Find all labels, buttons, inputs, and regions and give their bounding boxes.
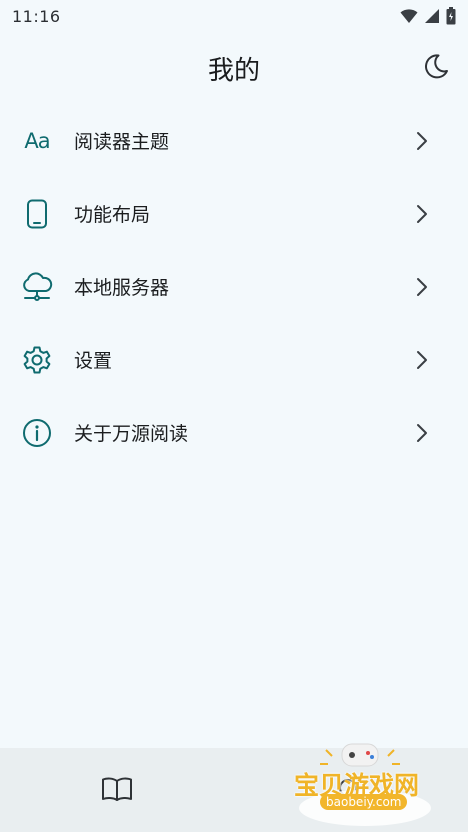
watermark-logo: 宝贝游戏网 baobeiy.com	[290, 742, 440, 826]
battery-icon	[446, 7, 456, 25]
text-format-icon: Aa	[24, 128, 50, 153]
chevron-right-icon	[414, 423, 430, 443]
nav-bookshelf-button[interactable]	[100, 776, 134, 806]
menu-list: Aa 阅读器主题 功能布局 本地服务器 设置 关于万源阅读	[0, 104, 468, 469]
status-time: 11:16	[12, 6, 61, 26]
menu-item-local-server[interactable]: 本地服务器	[0, 250, 468, 323]
header: 我的	[0, 40, 468, 96]
chevron-right-icon	[414, 350, 430, 370]
cloud-server-icon	[20, 270, 54, 304]
open-book-icon	[101, 776, 133, 806]
menu-item-layout[interactable]: 功能布局	[0, 177, 468, 250]
menu-item-label: 阅读器主题	[74, 131, 170, 153]
dark-mode-toggle[interactable]	[418, 50, 454, 86]
menu-item-settings[interactable]: 设置	[0, 323, 468, 396]
watermark-url: baobeiy.com	[320, 794, 408, 810]
menu-item-label: 关于万源阅读	[74, 423, 189, 445]
menu-item-label: 本地服务器	[74, 277, 170, 299]
chevron-right-icon	[414, 277, 430, 297]
menu-item-reader-theme[interactable]: Aa 阅读器主题	[0, 104, 468, 177]
info-icon	[20, 416, 54, 450]
chevron-right-icon	[414, 131, 430, 151]
wifi-icon	[400, 8, 418, 24]
chevron-right-icon	[414, 204, 430, 224]
status-bar: 11:16	[0, 0, 468, 32]
page-title: 我的	[207, 56, 260, 86]
moon-icon	[421, 51, 451, 85]
phone-icon	[20, 197, 54, 231]
menu-item-label: 设置	[74, 350, 113, 372]
cellular-signal-icon	[424, 8, 440, 24]
menu-item-label: 功能布局	[74, 204, 151, 226]
menu-item-about[interactable]: 关于万源阅读	[0, 396, 468, 469]
gear-icon	[20, 343, 54, 377]
status-icons	[400, 7, 456, 25]
